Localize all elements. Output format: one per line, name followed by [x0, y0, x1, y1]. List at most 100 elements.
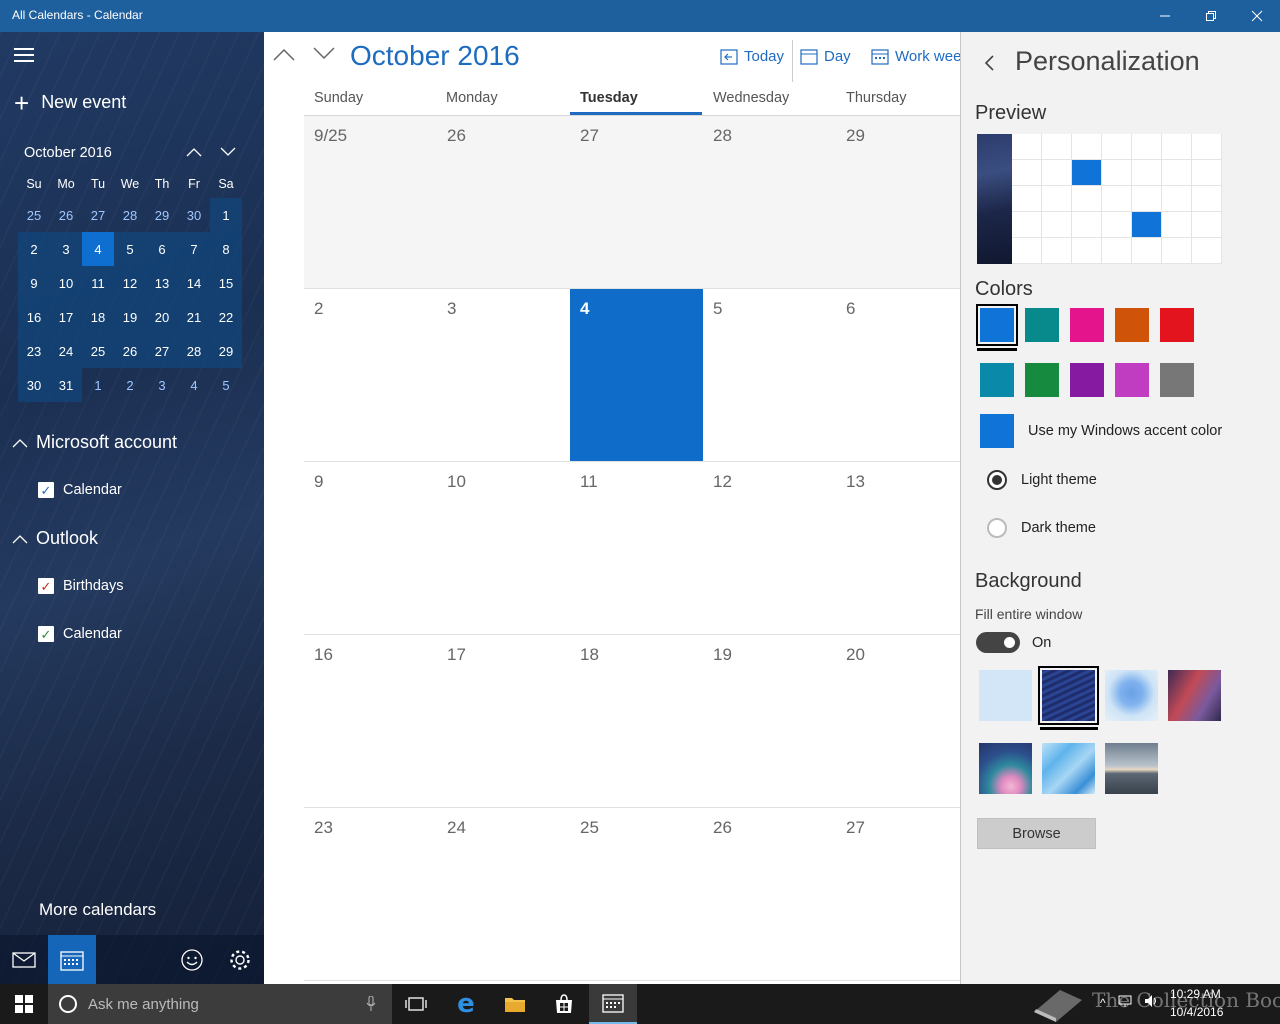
day-cell[interactable]: 20	[836, 635, 960, 808]
day-cell[interactable]: 6	[836, 289, 960, 462]
mini-day[interactable]: 4	[178, 368, 210, 402]
color-swatch[interactable]	[1115, 363, 1149, 397]
color-swatch[interactable]	[1025, 308, 1059, 342]
color-swatch[interactable]	[1160, 363, 1194, 397]
mini-day[interactable]: 27	[146, 334, 178, 368]
mini-day[interactable]: 29	[210, 334, 242, 368]
day-cell[interactable]: 16	[304, 635, 437, 808]
day-cell[interactable]: 27	[836, 808, 960, 981]
day-cell[interactable]: 3	[437, 289, 570, 462]
work-week-view-button[interactable]: Work week	[871, 48, 960, 65]
mini-prev-month-icon[interactable]	[186, 146, 202, 160]
day-cell[interactable]: 9	[304, 462, 437, 635]
cortana-search-box[interactable]: Ask me anything	[48, 984, 392, 1024]
mini-day[interactable]: 12	[114, 266, 146, 300]
start-button[interactable]	[0, 984, 48, 1024]
mini-day[interactable]: 23	[18, 334, 50, 368]
color-swatch[interactable]	[1160, 308, 1194, 342]
mini-day[interactable]: 3	[50, 232, 82, 266]
background-option-plain[interactable]	[979, 670, 1032, 721]
background-option-tree[interactable]	[1105, 670, 1158, 721]
group-microsoft-account[interactable]: Microsoft account	[12, 432, 177, 453]
new-event-button[interactable]: + New event	[14, 90, 126, 116]
mini-day[interactable]: 3	[146, 368, 178, 402]
calendar-item-ms-calendar[interactable]: ✓ Calendar	[38, 482, 122, 498]
mini-day[interactable]: 26	[50, 198, 82, 232]
dark-theme-radio[interactable]: Dark theme	[987, 518, 1096, 538]
color-swatch[interactable]	[1070, 363, 1104, 397]
calendar-item-birthdays[interactable]: ✓ Birthdays	[38, 578, 123, 594]
calendar-button[interactable]	[48, 935, 96, 984]
light-theme-radio[interactable]: Light theme	[987, 470, 1097, 490]
volume-icon[interactable]	[1144, 994, 1160, 1011]
color-swatch[interactable]	[976, 304, 1018, 346]
mini-day[interactable]: 8	[210, 232, 242, 266]
day-cell[interactable]: 18	[570, 635, 703, 808]
mini-day[interactable]: 16	[18, 300, 50, 334]
mini-day[interactable]: 29	[146, 198, 178, 232]
day-cell[interactable]: 24	[437, 808, 570, 981]
mini-day[interactable]: 20	[146, 300, 178, 334]
mini-day[interactable]: 11	[82, 266, 114, 300]
mini-day[interactable]: 2	[114, 368, 146, 402]
windows-accent-color-option[interactable]: Use my Windows accent color	[980, 414, 1222, 448]
task-view-button[interactable]	[392, 984, 440, 1024]
day-cell[interactable]: 27	[570, 116, 703, 289]
clock-date[interactable]: 10/4/2016	[1170, 1005, 1223, 1019]
fill-window-toggle[interactable]	[976, 632, 1020, 653]
mini-day-today[interactable]: 4	[82, 232, 114, 266]
mini-day[interactable]: 1	[210, 198, 242, 232]
mini-day[interactable]: 26	[114, 334, 146, 368]
day-cell[interactable]: 19	[703, 635, 836, 808]
mini-day[interactable]: 7	[178, 232, 210, 266]
background-option-polygons[interactable]	[1042, 743, 1095, 794]
day-cell[interactable]: 26	[437, 116, 570, 289]
color-swatch[interactable]	[980, 363, 1014, 397]
mini-day[interactable]: 5	[210, 368, 242, 402]
mini-day[interactable]: 25	[18, 198, 50, 232]
today-button[interactable]: Today	[720, 48, 784, 65]
day-cell[interactable]: 9/25	[304, 116, 437, 289]
mini-day[interactable]: 31	[50, 368, 82, 402]
mini-day[interactable]: 18	[82, 300, 114, 334]
checkbox-checked-icon[interactable]: ✓	[38, 482, 54, 498]
mini-next-month-icon[interactable]	[220, 146, 236, 160]
mini-day[interactable]: 13	[146, 266, 178, 300]
color-swatch[interactable]	[1070, 308, 1104, 342]
day-cell[interactable]: 29	[836, 116, 960, 289]
mini-day[interactable]: 14	[178, 266, 210, 300]
mini-day[interactable]: 19	[114, 300, 146, 334]
store-button[interactable]	[540, 984, 588, 1024]
show-hidden-icons-icon[interactable]: ^	[1100, 996, 1106, 1010]
checkbox-checked-icon[interactable]: ✓	[38, 578, 54, 594]
mini-day[interactable]: 25	[82, 334, 114, 368]
day-cell[interactable]: 17	[437, 635, 570, 808]
mini-day[interactable]: 27	[82, 198, 114, 232]
mini-day[interactable]: 22	[210, 300, 242, 334]
day-cell[interactable]: 28	[703, 116, 836, 289]
mini-day[interactable]: 5	[114, 232, 146, 266]
day-cell[interactable]: 10	[437, 462, 570, 635]
day-cell[interactable]: 23	[304, 808, 437, 981]
mini-day[interactable]: 28	[114, 198, 146, 232]
mini-day[interactable]: 1	[82, 368, 114, 402]
mini-day[interactable]: 24	[50, 334, 82, 368]
mail-button[interactable]	[0, 935, 48, 984]
settings-button[interactable]	[216, 935, 264, 984]
network-icon[interactable]	[1118, 994, 1134, 1011]
minimize-button[interactable]	[1142, 0, 1188, 32]
mini-day[interactable]: 21	[178, 300, 210, 334]
background-option-orbs[interactable]	[979, 743, 1032, 794]
day-cell[interactable]: 2	[304, 289, 437, 462]
clock-time[interactable]: 10:29 AM	[1170, 987, 1221, 1001]
day-cell[interactable]: 25	[570, 808, 703, 981]
mini-day[interactable]: 10	[50, 266, 82, 300]
checkbox-checked-icon[interactable]: ✓	[38, 626, 54, 642]
background-option-canyon[interactable]	[1168, 670, 1221, 721]
restore-button[interactable]	[1188, 0, 1234, 32]
edge-button[interactable]: e	[442, 984, 490, 1024]
day-cell[interactable]: 11	[570, 462, 703, 635]
day-cell[interactable]: 26	[703, 808, 836, 981]
back-arrow-icon[interactable]	[983, 54, 999, 72]
mini-day[interactable]: 6	[146, 232, 178, 266]
